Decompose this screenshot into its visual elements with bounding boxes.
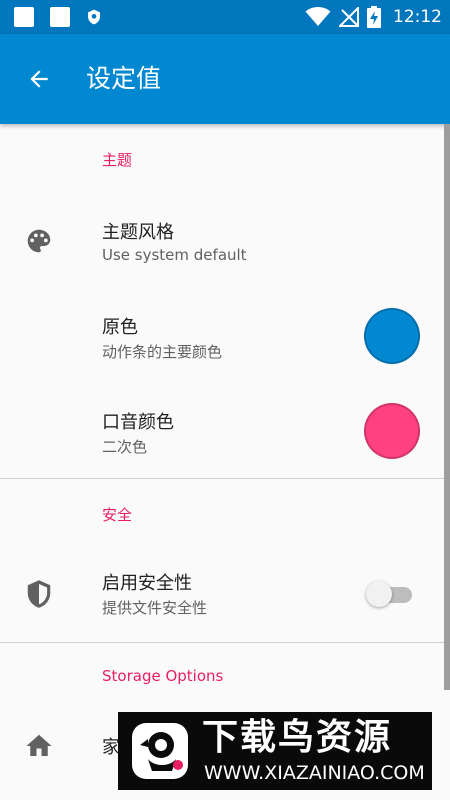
watermark-banner: 下载鸟资源 WWW.XIAZAINIAO.COM bbox=[118, 712, 432, 790]
notification-square-icon bbox=[50, 7, 70, 27]
pref-accent-color[interactable]: 口音颜色 二次色 bbox=[0, 386, 444, 476]
section-header-security: 安全 bbox=[102, 506, 133, 524]
security-toggle[interactable] bbox=[366, 579, 414, 609]
shield-icon bbox=[27, 580, 51, 608]
no-signal-icon bbox=[339, 7, 359, 27]
primary-color-swatch[interactable] bbox=[364, 308, 420, 364]
bird-logo-icon bbox=[132, 723, 188, 779]
pref-theme-style[interactable]: 主题风格 Use system default bbox=[0, 196, 444, 286]
page-title: 设定值 bbox=[86, 64, 162, 93]
watermark-url: WWW.XIAZAINIAO.COM bbox=[204, 762, 425, 784]
section-header-theme: 主题 bbox=[102, 151, 133, 169]
security-toggle-thumb bbox=[366, 581, 392, 607]
wifi-icon bbox=[305, 7, 331, 26]
back-button[interactable] bbox=[22, 62, 56, 96]
section-header-storage: Storage Options bbox=[102, 667, 224, 685]
pref-enable-security-summary: 提供文件安全性 bbox=[102, 599, 208, 617]
app-bar: 设定值 bbox=[0, 34, 450, 124]
status-bar: 12:12 bbox=[0, 0, 450, 34]
pref-primary-color-summary: 动作条的主要颜色 bbox=[102, 343, 223, 361]
pref-accent-color-summary: 二次色 bbox=[102, 438, 148, 456]
pref-theme-style-title: 主题风格 bbox=[102, 222, 174, 243]
pref-theme-style-summary: Use system default bbox=[102, 246, 247, 264]
shield-status-icon bbox=[88, 9, 100, 25]
settings-list: 主题 主题风格 Use system default 原色 动作条的主要颜色 口… bbox=[0, 124, 450, 800]
section-divider bbox=[0, 478, 444, 479]
pref-primary-color[interactable]: 原色 动作条的主要颜色 bbox=[0, 291, 444, 381]
accent-color-swatch[interactable] bbox=[364, 403, 420, 459]
pref-enable-security[interactable]: 启用安全性 提供文件安全性 bbox=[0, 549, 444, 639]
watermark-title: 下载鸟资源 bbox=[202, 717, 393, 758]
status-bar-right: 12:12 bbox=[305, 6, 442, 28]
pref-accent-color-title: 口音颜色 bbox=[102, 412, 174, 433]
section-divider bbox=[0, 642, 444, 643]
battery-charging-icon bbox=[367, 6, 381, 28]
pref-primary-color-title: 原色 bbox=[102, 317, 138, 338]
pref-enable-security-title: 启用安全性 bbox=[102, 573, 192, 594]
scrollbar[interactable] bbox=[444, 124, 450, 690]
home-icon bbox=[26, 734, 52, 756]
status-bar-time: 12:12 bbox=[393, 7, 442, 27]
notification-square-icon bbox=[14, 7, 34, 27]
palette-icon bbox=[27, 229, 51, 253]
arrow-back-icon bbox=[30, 70, 48, 88]
